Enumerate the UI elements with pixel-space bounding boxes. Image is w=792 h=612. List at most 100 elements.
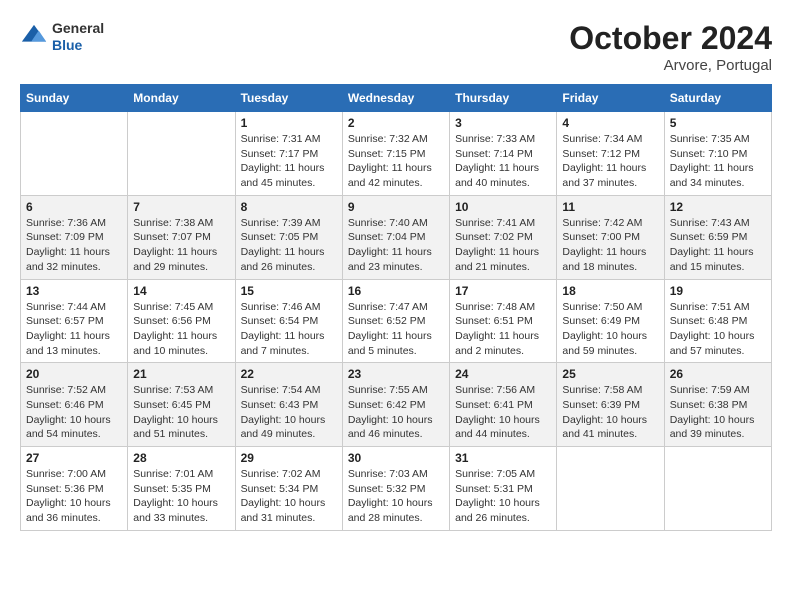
calendar-header: Sunday Monday Tuesday Wednesday Thursday…: [21, 85, 772, 112]
day-info: Sunrise: 7:36 AMSunset: 7:09 PMDaylight:…: [26, 216, 122, 275]
calendar-cell: 24Sunrise: 7:56 AMSunset: 6:41 PMDayligh…: [450, 363, 557, 447]
day-info: Sunrise: 7:34 AMSunset: 7:12 PMDaylight:…: [562, 132, 658, 191]
calendar-cell: 15 Sunrise: 7:46 AMSunset: 6:54 PMDayligh…: [235, 279, 342, 363]
calendar-cell: [664, 447, 771, 531]
calendar-week-3: 20 Sunrise: 7:52 AMSunset: 6:46 PMDayligh…: [21, 363, 772, 447]
day-number: 9: [348, 200, 444, 214]
day-number: 26: [670, 367, 766, 381]
day-info: Sunrise: 7:40 AMSunset: 7:04 PMDaylight:…: [348, 216, 444, 275]
day-number: 5: [670, 116, 766, 130]
day-number: 14: [133, 284, 229, 298]
day-info: Sunrise: 7:46 AMSunset: 6:54 PMDaylight:…: [241, 300, 337, 359]
calendar-cell: 23Sunrise: 7:55 AMSunset: 6:42 PMDayligh…: [342, 363, 449, 447]
day-number: 29: [241, 451, 337, 465]
day-info: Sunrise: 7:02 AMSunset: 5:34 PMDaylight:…: [241, 467, 337, 526]
day-info: Sunrise: 7:59 AMSunset: 6:38 PMDaylight:…: [670, 383, 766, 442]
day-info: Sunrise: 7:48 AMSunset: 6:51 PMDaylight:…: [455, 300, 551, 359]
day-info: Sunrise: 7:41 AMSunset: 7:02 PMDaylight:…: [455, 216, 551, 275]
month-title: October 2024: [569, 20, 772, 57]
day-number: 17: [455, 284, 551, 298]
day-info: Sunrise: 7:50 AMSunset: 6:49 PMDaylight:…: [562, 300, 658, 359]
calendar-cell: 5 Sunrise: 7:35 AMSunset: 7:10 PMDaylight…: [664, 112, 771, 196]
col-monday: Monday: [128, 85, 235, 112]
day-number: 2: [348, 116, 444, 130]
col-wednesday: Wednesday: [342, 85, 449, 112]
calendar-week-2: 13 Sunrise: 7:44 AMSunset: 6:57 PMDayligh…: [21, 279, 772, 363]
calendar-cell: 12Sunrise: 7:43 AMSunset: 6:59 PMDayligh…: [664, 195, 771, 279]
col-tuesday: Tuesday: [235, 85, 342, 112]
calendar-cell: 13 Sunrise: 7:44 AMSunset: 6:57 PMDayligh…: [21, 279, 128, 363]
day-info: Sunrise: 7:42 AMSunset: 7:00 PMDaylight:…: [562, 216, 658, 275]
page-header: General Blue October 2024 Arvore, Portug…: [20, 20, 772, 74]
calendar-cell: 1 Sunrise: 7:31 AMSunset: 7:17 PMDaylight…: [235, 112, 342, 196]
day-info: Sunrise: 7:03 AMSunset: 5:32 PMDaylight:…: [348, 467, 444, 526]
day-number: 10: [455, 200, 551, 214]
col-saturday: Saturday: [664, 85, 771, 112]
col-friday: Friday: [557, 85, 664, 112]
calendar-cell: 29 Sunrise: 7:02 AMSunset: 5:34 PMDayligh…: [235, 447, 342, 531]
day-info: Sunrise: 7:44 AMSunset: 6:57 PMDaylight:…: [26, 300, 122, 359]
day-number: 13: [26, 284, 122, 298]
day-info: Sunrise: 7:52 AMSunset: 6:46 PMDaylight:…: [26, 383, 122, 442]
calendar-cell: [557, 447, 664, 531]
day-number: 1: [241, 116, 337, 130]
col-thursday: Thursday: [450, 85, 557, 112]
day-info: Sunrise: 7:38 AMSunset: 7:07 PMDaylight:…: [133, 216, 229, 275]
logo-blue: Blue: [52, 37, 104, 54]
day-number: 25: [562, 367, 658, 381]
day-number: 20: [26, 367, 122, 381]
calendar-week-4: 27Sunrise: 7:00 AMSunset: 5:36 PMDayligh…: [21, 447, 772, 531]
day-info: Sunrise: 7:32 AMSunset: 7:15 PMDaylight:…: [348, 132, 444, 191]
day-number: 28: [133, 451, 229, 465]
header-row: Sunday Monday Tuesday Wednesday Thursday…: [21, 85, 772, 112]
calendar-cell: 9 Sunrise: 7:40 AMSunset: 7:04 PMDaylight…: [342, 195, 449, 279]
day-info: Sunrise: 7:39 AMSunset: 7:05 PMDaylight:…: [241, 216, 337, 275]
day-number: 3: [455, 116, 551, 130]
calendar-body: 1 Sunrise: 7:31 AMSunset: 7:17 PMDaylight…: [21, 112, 772, 531]
day-info: Sunrise: 7:51 AMSunset: 6:48 PMDaylight:…: [670, 300, 766, 359]
day-info: Sunrise: 7:58 AMSunset: 6:39 PMDaylight:…: [562, 383, 658, 442]
calendar-cell: 21Sunrise: 7:53 AMSunset: 6:45 PMDayligh…: [128, 363, 235, 447]
day-number: 30: [348, 451, 444, 465]
day-number: 4: [562, 116, 658, 130]
day-number: 11: [562, 200, 658, 214]
col-sunday: Sunday: [21, 85, 128, 112]
day-info: Sunrise: 7:43 AMSunset: 6:59 PMDaylight:…: [670, 216, 766, 275]
calendar-cell: 16Sunrise: 7:47 AMSunset: 6:52 PMDayligh…: [342, 279, 449, 363]
day-info: Sunrise: 7:33 AMSunset: 7:14 PMDaylight:…: [455, 132, 551, 191]
calendar-week-1: 6 Sunrise: 7:36 AMSunset: 7:09 PMDaylight…: [21, 195, 772, 279]
day-info: Sunrise: 7:54 AMSunset: 6:43 PMDaylight:…: [241, 383, 337, 442]
day-info: Sunrise: 7:55 AMSunset: 6:42 PMDaylight:…: [348, 383, 444, 442]
calendar-cell: 3 Sunrise: 7:33 AMSunset: 7:14 PMDaylight…: [450, 112, 557, 196]
day-number: 8: [241, 200, 337, 214]
calendar-cell: 22Sunrise: 7:54 AMSunset: 6:43 PMDayligh…: [235, 363, 342, 447]
logo-general: General: [52, 20, 104, 37]
calendar-cell: 2 Sunrise: 7:32 AMSunset: 7:15 PMDaylight…: [342, 112, 449, 196]
calendar-cell: 25 Sunrise: 7:58 AMSunset: 6:39 PMDayligh…: [557, 363, 664, 447]
logo-text: General Blue: [52, 20, 104, 54]
day-info: Sunrise: 7:01 AMSunset: 5:35 PMDaylight:…: [133, 467, 229, 526]
day-number: 15: [241, 284, 337, 298]
calendar-cell: 31Sunrise: 7:05 AMSunset: 5:31 PMDayligh…: [450, 447, 557, 531]
calendar-cell: 19Sunrise: 7:51 AMSunset: 6:48 PMDayligh…: [664, 279, 771, 363]
day-info: Sunrise: 7:31 AMSunset: 7:17 PMDaylight:…: [241, 132, 337, 191]
calendar-cell: 28 Sunrise: 7:01 AMSunset: 5:35 PMDayligh…: [128, 447, 235, 531]
calendar-cell: 17 Sunrise: 7:48 AMSunset: 6:51 PMDayligh…: [450, 279, 557, 363]
calendar-cell: 4 Sunrise: 7:34 AMSunset: 7:12 PMDaylight…: [557, 112, 664, 196]
day-info: Sunrise: 7:05 AMSunset: 5:31 PMDaylight:…: [455, 467, 551, 526]
day-info: Sunrise: 7:56 AMSunset: 6:41 PMDaylight:…: [455, 383, 551, 442]
calendar-table: Sunday Monday Tuesday Wednesday Thursday…: [20, 84, 772, 531]
day-number: 21: [133, 367, 229, 381]
calendar-cell: [128, 112, 235, 196]
calendar-cell: 11 Sunrise: 7:42 AMSunset: 7:00 PMDayligh…: [557, 195, 664, 279]
calendar-cell: 14Sunrise: 7:45 AMSunset: 6:56 PMDayligh…: [128, 279, 235, 363]
day-info: Sunrise: 7:35 AMSunset: 7:10 PMDaylight:…: [670, 132, 766, 191]
day-number: 6: [26, 200, 122, 214]
calendar-cell: 10 Sunrise: 7:41 AMSunset: 7:02 PMDayligh…: [450, 195, 557, 279]
calendar-cell: 8 Sunrise: 7:39 AMSunset: 7:05 PMDaylight…: [235, 195, 342, 279]
day-number: 16: [348, 284, 444, 298]
day-info: Sunrise: 7:00 AMSunset: 5:36 PMDaylight:…: [26, 467, 122, 526]
calendar-cell: 26 Sunrise: 7:59 AMSunset: 6:38 PMDayligh…: [664, 363, 771, 447]
calendar-week-0: 1 Sunrise: 7:31 AMSunset: 7:17 PMDaylight…: [21, 112, 772, 196]
logo-icon: [20, 23, 48, 51]
